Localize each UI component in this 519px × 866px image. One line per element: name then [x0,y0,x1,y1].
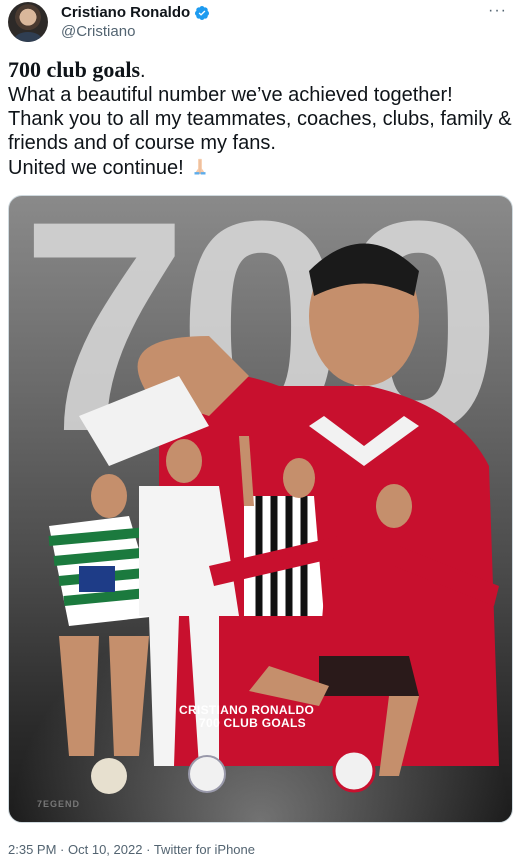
tweet-footer: 2:35 PM · Oct 10, 2022 · Twitter for iPh… [8,842,255,857]
author-handle[interactable]: @Cristiano [61,23,135,41]
tweet-source[interactable]: Twitter for iPhone [154,842,255,857]
tweet-time[interactable]: 2:35 PM [8,842,56,857]
verified-badge-icon [195,6,210,20]
tweet-date[interactable]: Oct 10, 2022 [68,842,142,857]
tweet-media-image[interactable]: 700 CRISTIANO RONALDO 700 CLUB GOALS 7EG… [8,195,513,823]
media-caption-title: CRISTIANO RONALDO [179,703,315,717]
author-name[interactable]: Cristiano Ronaldo [61,4,190,22]
folded-hands-icon [194,158,206,175]
footer-separator: · [60,842,65,857]
media-caption-subtitle: 700 CLUB GOALS [199,716,306,730]
footer-separator: · [146,842,151,857]
tweet-body: What a beautiful number we’ve achieved t… [8,84,512,179]
more-options-icon[interactable]: ··· [488,2,507,20]
tweet-bold-text: 700 club goals [8,57,141,82]
tweet-header: Cristiano Ronaldo @Cristiano ··· [8,2,511,44]
tweet-text: 700 club goals. What a beautiful number … [8,58,512,180]
avatar[interactable] [8,2,48,42]
author-name-row: Cristiano Ronaldo [61,4,210,22]
tweet-punctuation: . [140,60,146,82]
media-watermark: 7EGEND [37,799,81,809]
